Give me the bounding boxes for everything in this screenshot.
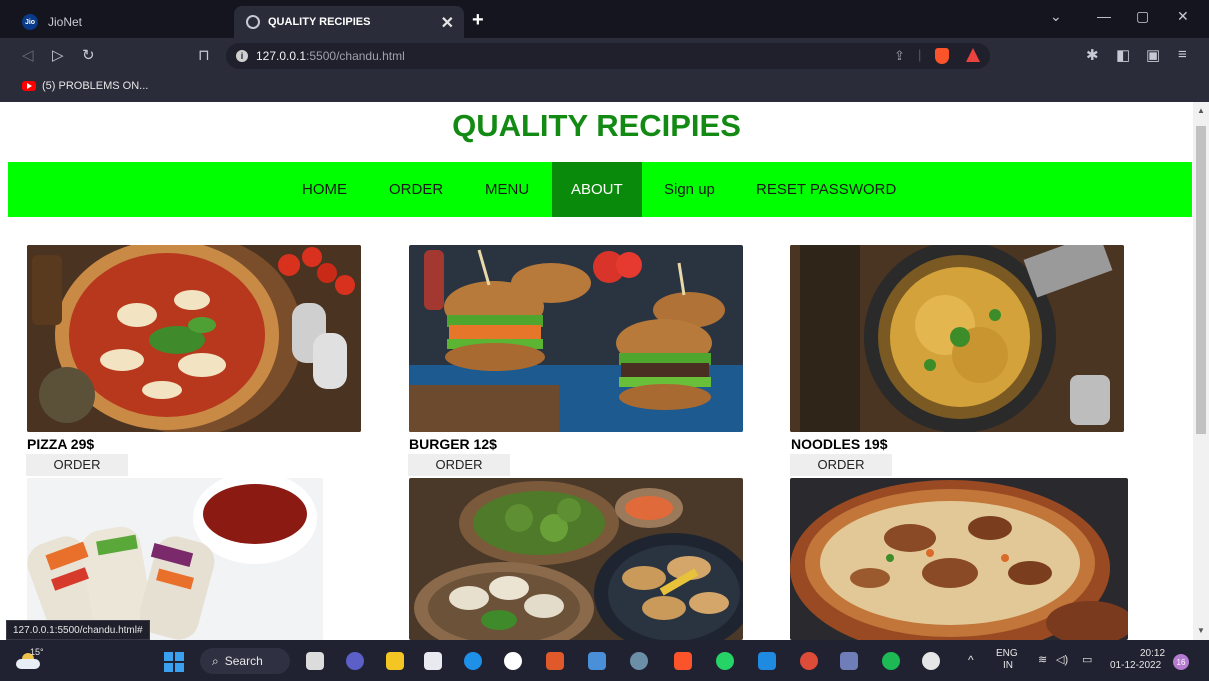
close-window-icon[interactable]: ✕ — [1177, 8, 1189, 25]
browser-titlebar: Jio JioNet QUALITY RECIPIES ✕ + ⌄ — ▢ ✕ — [0, 0, 1209, 38]
address-bar[interactable]: i 127.0.0.1 :5500/chandu.html ⇪ | — [226, 43, 990, 69]
divider: | — [918, 47, 922, 62]
order-pizza-button[interactable]: ORDER — [26, 454, 128, 476]
noodles-image — [790, 245, 1124, 432]
reload-icon[interactable]: ↻ — [82, 46, 95, 64]
wallet-icon[interactable]: ▣ — [1146, 46, 1160, 64]
nav-home[interactable]: HOME — [283, 162, 366, 217]
windows-start-icon[interactable] — [164, 652, 184, 672]
bookmarks-bar: (5) PROBLEMS ON... — [0, 74, 1209, 102]
media-player-icon[interactable] — [922, 652, 940, 670]
browser-toolbar: ◁ ▷ ↻ ⊓ i 127.0.0.1 :5500/chandu.html ⇪ … — [0, 38, 1209, 74]
extensions-icon[interactable]: ✱ — [1086, 46, 1099, 64]
share-icon[interactable]: ⇪ — [894, 48, 905, 64]
burger-price: BURGER 12$ — [409, 436, 497, 452]
scroll-down-icon[interactable]: ▼ — [1197, 626, 1205, 635]
chevron-up-icon[interactable]: ^ — [968, 654, 974, 666]
windows-taskbar: 15° ⌕ Search ^ ENG IN ≋ ◁) ▭ 20:12 01-12… — [0, 640, 1209, 681]
scrollbar-thumb[interactable] — [1196, 126, 1206, 434]
bookmark-icon[interactable]: ⊓ — [198, 46, 210, 64]
url-path: :5500/chandu.html — [306, 49, 405, 63]
volume-icon[interactable]: ◁) — [1056, 654, 1068, 666]
minimize-icon[interactable]: — — [1097, 8, 1111, 24]
search-label: Search — [224, 654, 263, 668]
notepad-icon[interactable] — [424, 652, 442, 670]
link-status-bar: 127.0.0.1:5500/chandu.html# — [6, 620, 150, 640]
chrome-icon[interactable] — [800, 652, 818, 670]
back-icon[interactable]: ◁ — [22, 46, 34, 64]
order-burger-button[interactable]: ORDER — [408, 454, 510, 476]
tab-label: QUALITY RECIPIES — [268, 16, 371, 28]
brave-taskbar-icon[interactable] — [674, 652, 692, 670]
language-top[interactable]: ENG — [996, 648, 1018, 660]
pizza-image — [27, 245, 361, 432]
tab-jionet[interactable]: Jio JioNet — [8, 6, 230, 38]
spotify-icon[interactable] — [882, 652, 900, 670]
nav-about[interactable]: ABOUT — [552, 162, 642, 217]
search-icon: ⌕ — [212, 653, 219, 668]
page-scrollbar[interactable]: ▲ ▼ — [1193, 102, 1209, 640]
burger-image — [409, 245, 743, 432]
pizza-price: PIZZA 29$ — [27, 436, 95, 452]
app-icon[interactable] — [840, 652, 858, 670]
restore-icon[interactable]: ▢ — [1136, 8, 1149, 25]
spring-rolls-image — [27, 478, 323, 640]
store-icon[interactable] — [588, 652, 606, 670]
youtube-icon — [22, 81, 36, 91]
nav-sign-up[interactable]: Sign up — [645, 162, 734, 217]
wifi-icon[interactable]: ≋ — [1038, 654, 1047, 666]
close-tab-icon[interactable]: ✕ — [441, 13, 454, 33]
github-icon[interactable] — [504, 652, 522, 670]
bookmark-problems[interactable]: (5) PROBLEMS ON... — [22, 80, 148, 92]
tab-search-icon[interactable]: ⌄ — [1050, 8, 1062, 25]
momos-image — [409, 478, 743, 640]
page-viewport: QUALITY RECIPIES HOME ORDER MENU ABOUT S… — [0, 102, 1209, 640]
forward-icon[interactable]: ▷ — [52, 46, 64, 64]
order-noodles-button[interactable]: ORDER — [790, 454, 892, 476]
file-explorer-icon[interactable] — [386, 652, 404, 670]
brave-rewards-icon[interactable] — [966, 48, 980, 62]
site-info-icon[interactable]: i — [236, 50, 248, 62]
nav-order[interactable]: ORDER — [370, 162, 462, 217]
battery-icon[interactable]: ▭ — [1082, 654, 1092, 666]
task-view-icon[interactable] — [306, 652, 324, 670]
language-bottom[interactable]: IN — [1003, 660, 1013, 672]
whatsapp-icon[interactable] — [716, 652, 734, 670]
tab-quality-recipies[interactable]: QUALITY RECIPIES ✕ — [234, 6, 464, 38]
weather-temp: 15° — [30, 647, 44, 657]
clock-date[interactable]: 01-12-2022 — [1110, 660, 1161, 672]
nav-bar: HOME ORDER MENU ABOUT Sign up RESET PASS… — [8, 162, 1192, 217]
brave-shields-icon[interactable] — [935, 48, 949, 64]
sidebar-icon[interactable]: ◧ — [1116, 46, 1130, 64]
vscode-icon[interactable] — [758, 652, 776, 670]
tab-label: JioNet — [48, 15, 83, 29]
scroll-up-icon[interactable]: ▲ — [1197, 106, 1205, 115]
settings-icon[interactable] — [630, 652, 648, 670]
globe-icon — [246, 15, 260, 29]
new-tab-icon[interactable]: + — [472, 9, 484, 32]
menu-icon[interactable]: ≡ — [1178, 46, 1187, 63]
biryani-image — [790, 478, 1128, 640]
taskbar-search[interactable]: ⌕ Search — [200, 648, 290, 674]
nav-reset-password[interactable]: RESET PASSWORD — [737, 162, 915, 217]
page-title: QUALITY RECIPIES — [452, 108, 741, 143]
sublime-icon[interactable] — [546, 652, 564, 670]
edge-icon[interactable] — [464, 652, 482, 670]
jio-icon: Jio — [22, 14, 38, 30]
noodles-price: NOODLES 19$ — [791, 436, 888, 452]
notification-badge[interactable]: 16 — [1173, 654, 1189, 670]
bookmark-label: (5) PROBLEMS ON... — [42, 80, 149, 92]
url-host: 127.0.0.1 — [256, 49, 307, 63]
chat-icon[interactable] — [346, 652, 364, 670]
nav-menu[interactable]: MENU — [466, 162, 548, 217]
clock-time[interactable]: 20:12 — [1140, 648, 1165, 660]
